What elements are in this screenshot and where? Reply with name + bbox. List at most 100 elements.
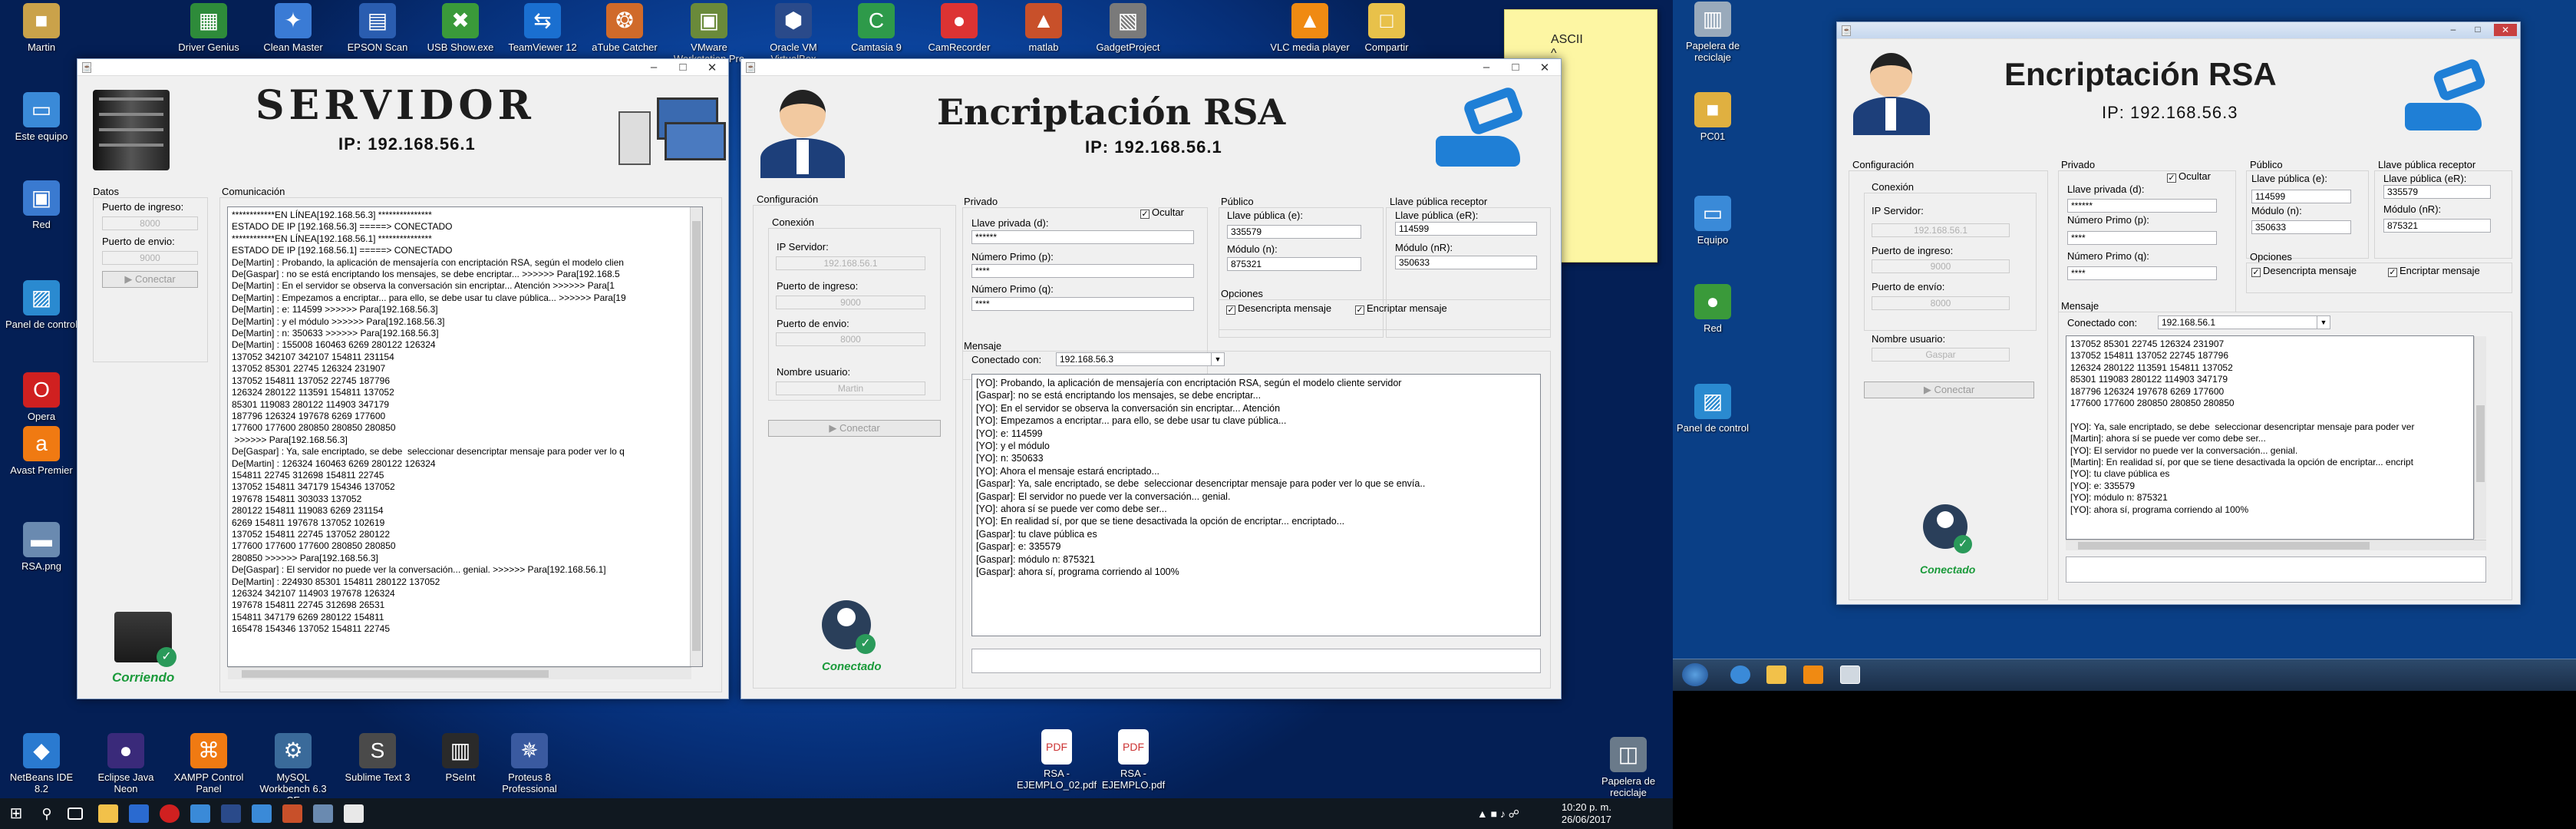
desktop-shortcut[interactable]: ▭ Equipo bbox=[1673, 196, 1753, 246]
desktop-shortcut[interactable]: ■ PC01 bbox=[1673, 92, 1753, 142]
desktop-shortcut[interactable]: ⇆ TeamViewer 12 bbox=[503, 3, 582, 53]
conectar-button[interactable]: ▶ Conectar bbox=[1864, 381, 2034, 398]
modulo-field[interactable]: 350633 bbox=[2251, 220, 2351, 234]
desktop-shortcut[interactable]: ▬ RSA.png bbox=[2, 522, 81, 572]
encriptar-checkbox[interactable]: ✓ Encriptar mensaje bbox=[2388, 265, 2480, 277]
desktop-shortcut[interactable]: ▤ EPSON Scan bbox=[338, 3, 417, 53]
llave-privada-field[interactable]: ****** bbox=[2067, 199, 2217, 213]
pdf-file-icon[interactable]: PDF RSA - EJEMPLO_02.pdf bbox=[1017, 729, 1097, 791]
conectado-con-select[interactable]: 192.168.56.1 bbox=[2158, 315, 2330, 329]
usuario-field[interactable]: Martin bbox=[776, 381, 925, 395]
desktop-shortcut[interactable]: ▧ GadgetProject bbox=[1088, 3, 1168, 53]
desktop-shortcut[interactable]: ▣VMware Workstation Pro bbox=[669, 3, 749, 64]
search-icon[interactable]: ⚲ bbox=[37, 804, 57, 823]
desktop-shortcut[interactable]: ● Red bbox=[1673, 284, 1753, 334]
maximize-icon[interactable]: □ bbox=[670, 61, 696, 74]
desktop-shortcut[interactable]: ✦ Clean Master bbox=[253, 3, 333, 53]
pdf-file-icon[interactable]: PDF RSA - EJEMPLO.pdf bbox=[1093, 729, 1173, 791]
desencripta-checkbox[interactable]: ✓ Desencripta mensaje bbox=[1226, 302, 1331, 315]
desktop-shortcut[interactable]: ▲ VLC media player bbox=[1270, 3, 1350, 53]
modulo-field[interactable]: 875321 bbox=[1227, 257, 1361, 271]
close-icon[interactable]: ✕ bbox=[2494, 24, 2517, 36]
conectar-button[interactable]: ▶ Conectar bbox=[768, 420, 941, 437]
puerto-envio-field[interactable]: 8000 bbox=[1872, 296, 2010, 310]
virtualbox-icon[interactable] bbox=[221, 804, 241, 823]
desktop-shortcut[interactable]: S Sublime Text 3 bbox=[338, 733, 417, 783]
mensajes-log[interactable]: 137052 85301 22745 126324 231907 137052 … bbox=[2066, 335, 2474, 540]
ocultar-checkbox[interactable]: ✓ Ocultar bbox=[1140, 206, 1184, 219]
maximize-icon[interactable]: □ bbox=[2465, 24, 2491, 35]
minimize-icon[interactable]: – bbox=[1473, 61, 1499, 74]
desktop-shortcut[interactable]: ✖ USB Show.exe bbox=[421, 3, 500, 53]
close-icon[interactable]: ✕ bbox=[1532, 61, 1558, 74]
vertical-scrollbar[interactable] bbox=[2474, 336, 2486, 539]
minimize-icon[interactable]: – bbox=[2440, 24, 2466, 35]
opera-icon[interactable] bbox=[160, 804, 180, 823]
usuario-field[interactable]: Gaspar bbox=[1872, 348, 2010, 362]
desktop-shortcut[interactable]: ● Eclipse Java Neon bbox=[86, 733, 166, 794]
horizontal-scrollbar[interactable] bbox=[228, 667, 691, 679]
primo-p-field[interactable]: **** bbox=[971, 264, 1194, 278]
llave-receptor-field[interactable]: 114599 bbox=[1395, 222, 1537, 236]
horizontal-scrollbar[interactable] bbox=[2066, 540, 2486, 550]
chevron-down-icon[interactable]: ▼ bbox=[1211, 353, 1224, 365]
recycle-bin-icon[interactable]: ◫ Papelera de reciclaje bbox=[1588, 737, 1668, 798]
clock[interactable]: 10:20 p. m. 26/06/2017 bbox=[1562, 801, 1611, 826]
file-explorer-icon[interactable] bbox=[98, 804, 118, 823]
desktop-shortcut[interactable]: O Opera bbox=[2, 372, 81, 422]
desktop-shortcut[interactable]: ▦ Driver Genius bbox=[169, 3, 249, 53]
tray-icons[interactable]: ▲ ■ ♪ ☍ bbox=[1477, 808, 1519, 821]
store-icon[interactable] bbox=[129, 804, 149, 823]
app-icon[interactable] bbox=[282, 804, 302, 823]
desktop-shortcut[interactable]: ● CamRecorder bbox=[919, 3, 999, 53]
primo-q-field[interactable]: **** bbox=[971, 297, 1194, 311]
desktop-shortcut[interactable]: ✵ Proteus 8 Professional bbox=[490, 733, 569, 794]
file-explorer-icon[interactable] bbox=[1766, 666, 1786, 684]
comunicacion-log[interactable]: ************EN LÍNEA[192.168.56.3] *****… bbox=[227, 206, 703, 667]
llave-publica-field[interactable]: 335579 bbox=[1227, 225, 1361, 239]
desktop-shortcut[interactable]: ❂ aTube Catcher bbox=[585, 3, 665, 53]
task-view-icon[interactable] bbox=[68, 808, 83, 820]
java-app-icon[interactable] bbox=[313, 804, 333, 823]
chevron-down-icon[interactable]: ▼ bbox=[2317, 316, 2330, 329]
desktop-shortcut[interactable]: ▲ matlab bbox=[1004, 3, 1084, 53]
desktop-shortcut[interactable]: ▥ Papelera de reciclaje bbox=[1673, 2, 1753, 63]
close-icon[interactable]: ✕ bbox=[699, 61, 725, 74]
ip-servidor-field[interactable]: 192.168.56.1 bbox=[776, 256, 925, 270]
puerto-envio-field[interactable]: 9000 bbox=[102, 251, 198, 265]
desktop-shortcut[interactable]: ▣ Red bbox=[2, 180, 81, 230]
maximize-icon[interactable]: □ bbox=[1502, 61, 1529, 74]
media-player-icon[interactable] bbox=[1803, 666, 1823, 684]
puerto-ingreso-field[interactable]: 9000 bbox=[1872, 259, 2010, 273]
desktop-shortcut[interactable]: C Camtasia 9 bbox=[836, 3, 916, 53]
puerto-envio-field[interactable]: 8000 bbox=[776, 332, 925, 346]
app-icon[interactable] bbox=[190, 804, 210, 823]
mensajes-log[interactable]: [YO]: Probando, la aplicación de mensaje… bbox=[971, 374, 1541, 636]
modulo-receptor-field[interactable]: 350633 bbox=[1395, 256, 1537, 269]
encriptar-checkbox[interactable]: ✓ Encriptar mensaje bbox=[1355, 302, 1447, 315]
mensaje-input[interactable] bbox=[2066, 557, 2486, 583]
puerto-ingreso-field[interactable]: 9000 bbox=[776, 296, 925, 309]
desktop-shortcut[interactable]: □ Compartir bbox=[1347, 3, 1427, 53]
desktop-shortcut[interactable]: a Avast Premier bbox=[2, 426, 81, 476]
desktop-shortcut[interactable]: ▥ PSeInt bbox=[421, 733, 500, 783]
modulo-receptor-field[interactable]: 875321 bbox=[2383, 219, 2491, 233]
windows-start-icon[interactable]: ⊞ bbox=[6, 804, 26, 823]
conectar-button[interactable]: ▶ Conectar bbox=[102, 271, 198, 288]
mensaje-input[interactable] bbox=[971, 649, 1541, 673]
desktop-shortcut[interactable]: ◆ NetBeans IDE 8.2 bbox=[2, 733, 81, 794]
ocultar-checkbox[interactable]: ✓ Ocultar bbox=[2167, 170, 2211, 183]
desktop-shortcut[interactable]: ▭ Este equipo bbox=[2, 92, 81, 142]
vertical-scrollbar[interactable] bbox=[690, 207, 702, 666]
app-icon[interactable] bbox=[344, 804, 364, 823]
java-app-icon[interactable] bbox=[1840, 666, 1860, 684]
desktop-shortcut[interactable]: ⬢Oracle VM VirtualBox bbox=[754, 3, 833, 64]
llave-publica-field[interactable]: 114599 bbox=[2251, 190, 2351, 203]
minimize-icon[interactable]: – bbox=[641, 61, 667, 74]
app-icon[interactable] bbox=[252, 804, 272, 823]
desktop-shortcut[interactable]: ■ Martin bbox=[2, 3, 81, 53]
llave-privada-field[interactable]: ****** bbox=[971, 230, 1194, 244]
desktop-shortcut[interactable]: ▨ Panel de control bbox=[2, 280, 81, 330]
ie-icon[interactable] bbox=[1730, 666, 1750, 684]
primo-p-field[interactable]: **** bbox=[2067, 231, 2217, 245]
